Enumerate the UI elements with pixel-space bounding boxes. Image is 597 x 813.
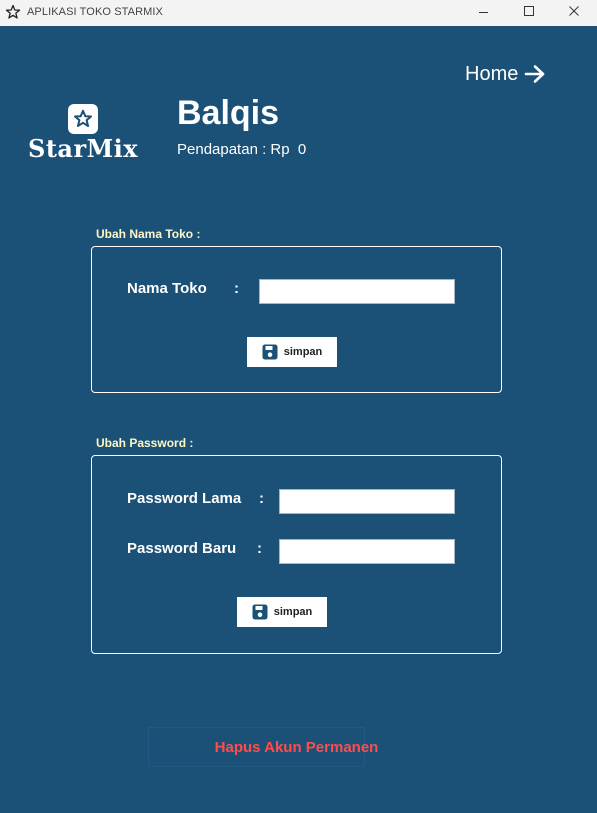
save-label: simpan	[273, 606, 313, 618]
floppy-disk-icon	[262, 344, 278, 360]
main-panel: Home StarMix Balqis Pendapatan : Rp 0 Ub…	[0, 26, 597, 813]
home-label: Home	[465, 62, 519, 85]
store-form-panel: Nama Toko : simpan	[91, 246, 502, 393]
save-password-button[interactable]: simpan	[237, 597, 327, 627]
save-label: simpan	[283, 346, 323, 358]
home-link[interactable]: Home	[465, 60, 560, 88]
logo-wordmark: StarMix	[28, 134, 139, 163]
star-logo-icon	[74, 109, 92, 127]
window-title: APLIKASI TOKO STARMIX	[27, 6, 163, 18]
password-form-panel: Password Lama : Password Baru : simpan	[91, 455, 502, 654]
old-password-label: Password Lama	[127, 490, 242, 507]
new-password-input[interactable]	[279, 539, 455, 564]
star-app-icon	[5, 4, 21, 19]
old-password-colon: :	[259, 490, 264, 507]
old-password-input[interactable]	[279, 489, 455, 514]
arrow-right-icon	[525, 65, 545, 83]
close-button[interactable]	[551, 0, 597, 26]
store-section-title: Ubah Nama Toko :	[96, 227, 201, 241]
store-name-label: Nama Toko	[127, 280, 207, 297]
new-password-label: Password Baru	[127, 540, 237, 557]
close-icon	[569, 6, 579, 16]
maximize-button[interactable]	[506, 0, 552, 26]
store-name-input[interactable]	[259, 279, 455, 304]
title-bar: APLIKASI TOKO STARMIX	[0, 0, 597, 26]
store-name-colon: :	[234, 280, 239, 297]
logo-badge	[68, 104, 98, 134]
maximize-icon	[524, 6, 534, 16]
delete-account-label: Hapus Akun Permanen	[214, 738, 379, 756]
minimize-icon	[479, 12, 488, 13]
income-label: Pendapatan : Rp 0	[177, 141, 307, 158]
save-store-name-button[interactable]: simpan	[247, 337, 337, 367]
floppy-disk-icon	[252, 604, 268, 620]
minimize-button[interactable]	[460, 0, 506, 26]
user-name: Balqis	[177, 94, 280, 132]
password-section-title: Ubah Password :	[96, 436, 194, 450]
delete-account-button[interactable]: Hapus Akun Permanen	[148, 727, 378, 767]
new-password-colon: :	[257, 540, 262, 557]
